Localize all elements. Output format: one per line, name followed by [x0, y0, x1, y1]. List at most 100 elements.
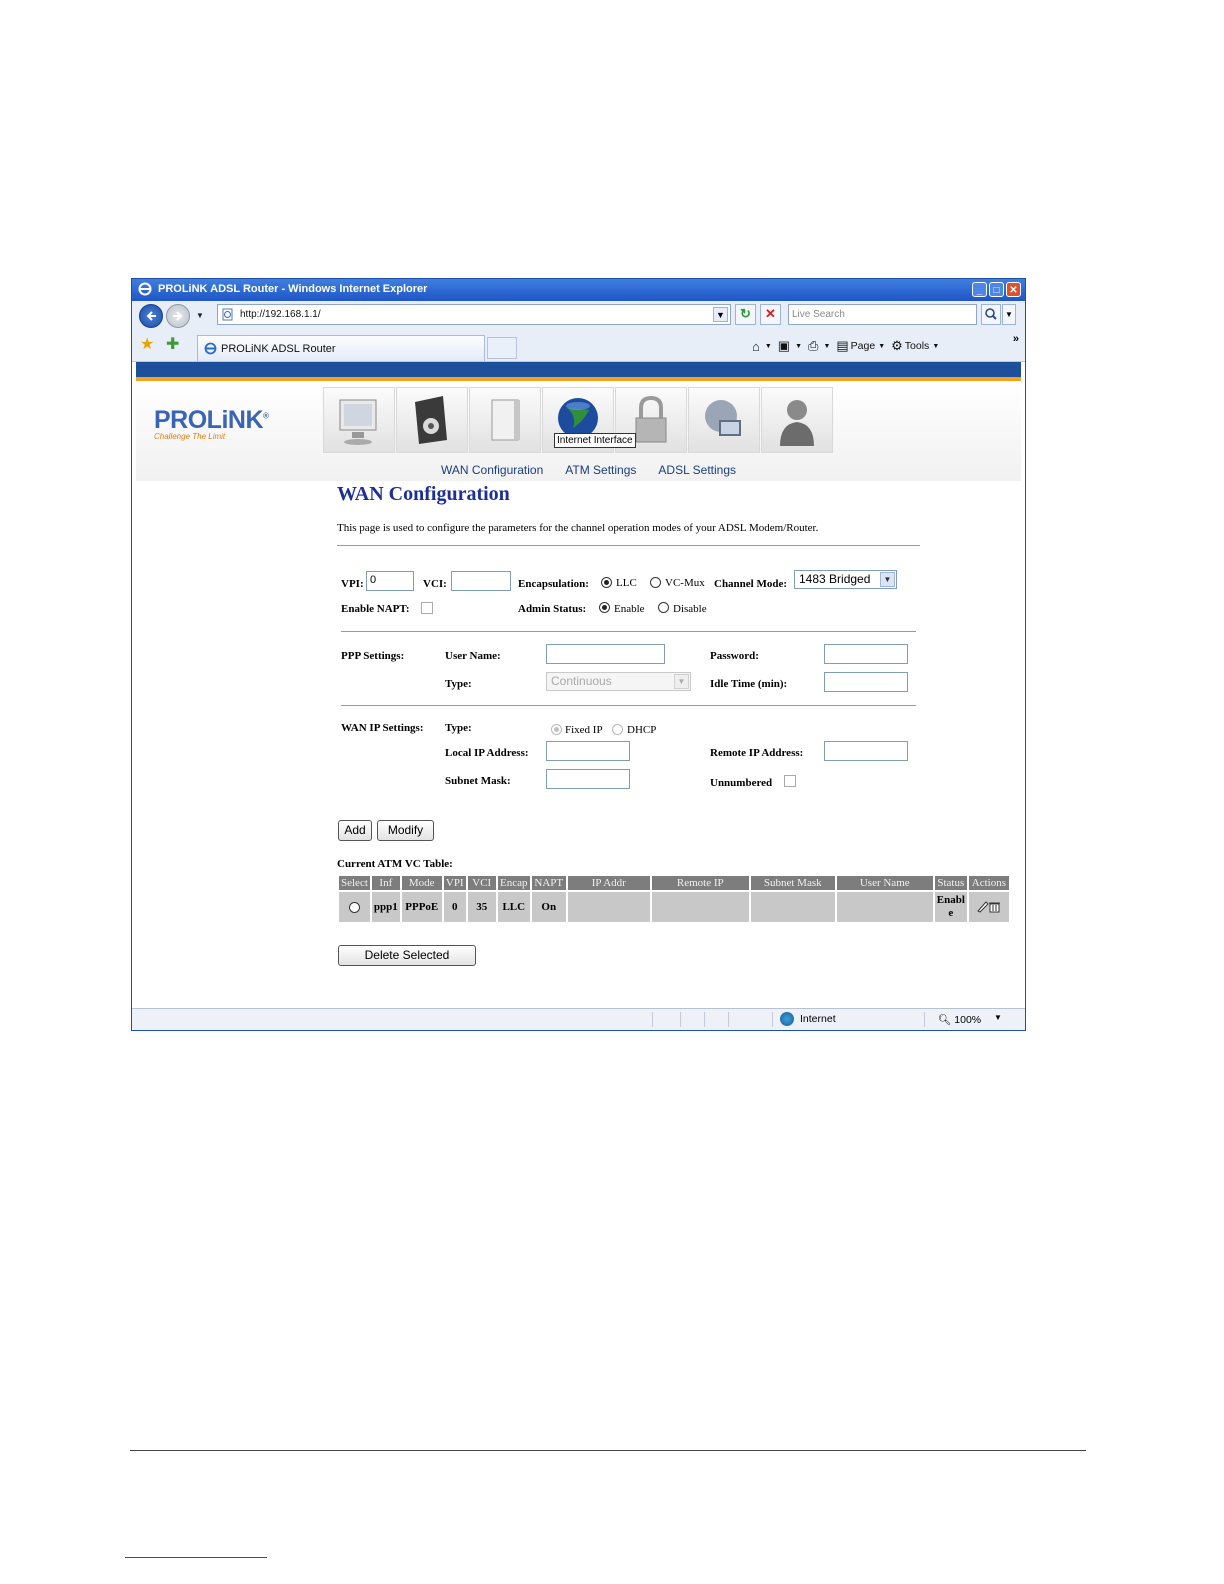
subnav-atm-settings[interactable]: ATM Settings	[565, 463, 636, 477]
admin-enable-radio[interactable]	[599, 602, 610, 613]
row-napt: On	[531, 892, 566, 922]
modify-button[interactable]: Modify	[377, 820, 434, 841]
wan-ip-settings-label: WAN IP Settings:	[341, 722, 424, 734]
nav-setup[interactable]	[396, 387, 468, 453]
nav-network[interactable]	[688, 387, 760, 453]
nav-status[interactable]	[323, 387, 395, 453]
row-select-radio[interactable]	[348, 901, 360, 913]
back-arrow-icon	[146, 311, 156, 321]
edit-delete-icons	[977, 900, 1000, 913]
page-bottom-rule	[130, 1450, 1086, 1451]
forward-button[interactable]	[166, 304, 190, 328]
search-options-dropdown[interactable]: ▼	[1002, 304, 1016, 325]
local-ip-label: Local IP Address:	[445, 747, 529, 759]
window-title: PROLiNK ADSL Router - Windows Internet E…	[158, 283, 428, 295]
row-status-line1: Enabl	[936, 894, 965, 906]
col-vpi: VPI	[443, 876, 466, 890]
encap-vcmux-radio[interactable]	[650, 577, 661, 588]
admin-disable-radio[interactable]	[658, 602, 669, 613]
subnet-mask-input[interactable]	[546, 769, 630, 789]
col-user-name: User Name	[836, 876, 933, 890]
prolink-logo: PROLiNK® Challenge The Limit	[154, 406, 269, 441]
page-icon	[222, 308, 233, 321]
back-button[interactable]	[139, 304, 163, 328]
idle-time-input[interactable]	[824, 672, 908, 692]
ppp-settings-label: PPP Settings:	[341, 650, 405, 662]
logo-text: PROLiNK	[154, 406, 264, 434]
rss-feed-icon: ▣	[777, 338, 791, 353]
vci-input[interactable]	[451, 571, 511, 591]
address-url: http://192.168.1.1/	[240, 309, 321, 320]
encap-llc-radio[interactable]	[601, 577, 612, 588]
enable-napt-label: Enable NAPT:	[341, 603, 410, 615]
page-content: PROLiNK® Challenge The Limit Internet In…	[136, 362, 1021, 984]
subnav-wan-configuration[interactable]: WAN Configuration	[441, 463, 543, 477]
remote-ip-input[interactable]	[824, 741, 908, 761]
address-bar[interactable]: http://192.168.1.1/ ▼	[217, 304, 731, 325]
search-button[interactable]	[981, 304, 1001, 325]
print-button[interactable]: ⎙ ▼	[808, 338, 830, 354]
delete-selected-button[interactable]: Delete Selected	[338, 945, 476, 966]
row-vci: 35	[467, 892, 496, 922]
minimize-button[interactable]: _	[972, 282, 987, 297]
username-input[interactable]	[546, 644, 665, 664]
nav-admin[interactable]	[761, 387, 833, 453]
row-ip-addr	[567, 892, 650, 922]
subnav-adsl-settings[interactable]: ADSL Settings	[658, 463, 736, 477]
zoom-value: 100%	[954, 1014, 982, 1026]
setup-icon	[415, 396, 447, 444]
password-label: Password:	[710, 650, 759, 662]
divider	[341, 705, 916, 706]
channel-mode-select[interactable]: 1483 Bridged ▼	[794, 570, 897, 589]
col-actions: Actions	[968, 876, 1009, 890]
status-icon	[339, 399, 377, 445]
encapsulation-label: Encapsulation:	[518, 578, 589, 590]
encap-vcmux-label: VC-Mux	[665, 577, 705, 589]
refresh-button[interactable]: ↻	[735, 304, 756, 325]
favorites-star-icon[interactable]: ★	[140, 337, 154, 353]
fixed-ip-radio[interactable]	[551, 724, 562, 735]
unnumbered-checkbox[interactable]	[784, 775, 796, 787]
search-input[interactable]: Live Search	[788, 304, 977, 325]
status-bar: Internet 🔍︎ 100% ▼	[132, 1008, 1025, 1030]
ppp-type-select[interactable]: Continuous ▼	[546, 672, 691, 691]
title-bar: PROLiNK ADSL Router - Windows Internet E…	[132, 279, 1025, 301]
remote-ip-label: Remote IP Address:	[710, 747, 804, 759]
stop-button[interactable]: ✕	[760, 304, 781, 325]
zoom-level[interactable]: 🔍︎ 100%	[938, 1013, 981, 1026]
divider	[337, 545, 920, 546]
address-dropdown-icon[interactable]: ▼	[713, 307, 728, 322]
enable-napt-checkbox[interactable]	[421, 602, 433, 614]
nav-device[interactable]	[469, 387, 541, 453]
col-subnet-mask: Subnet Mask	[750, 876, 835, 890]
ie-logo-icon	[138, 282, 152, 296]
maximize-button[interactable]: □	[989, 282, 1004, 297]
trash-icon[interactable]	[988, 902, 1000, 912]
channel-mode-label: Channel Mode:	[714, 578, 788, 590]
admin-disable-label: Disable	[673, 603, 707, 615]
network-globe-icon	[705, 400, 741, 436]
col-mode: Mode	[401, 876, 442, 890]
row-mode: PPPoE	[401, 892, 442, 922]
chevron-down-icon: ▼	[674, 674, 689, 689]
feeds-button[interactable]: ▣ ▼	[778, 338, 802, 354]
home-button[interactable]: ⌂ ▼	[752, 339, 772, 354]
vpi-input[interactable]: 0	[366, 571, 414, 591]
page-menu-button[interactable]: ▤ Page ▼	[836, 338, 885, 354]
dhcp-radio[interactable]	[612, 724, 623, 735]
history-dropdown-icon[interactable]: ▼	[196, 311, 204, 320]
password-input[interactable]	[824, 644, 908, 664]
new-tab-button[interactable]	[487, 337, 517, 359]
browser-window: PROLiNK ADSL Router - Windows Internet E…	[131, 278, 1026, 1031]
tab-title: PROLiNK ADSL Router	[221, 343, 336, 355]
add-favorites-icon[interactable]: ✚	[166, 337, 179, 353]
add-button[interactable]: Add	[338, 820, 372, 841]
zoom-dropdown-icon[interactable]: ▼	[994, 1013, 1002, 1022]
local-ip-input[interactable]	[546, 741, 630, 761]
more-commands-icon[interactable]: »	[1013, 333, 1019, 345]
close-button[interactable]: ✕	[1006, 282, 1021, 297]
edit-pencil-icon[interactable]	[977, 900, 989, 913]
admin-status-label: Admin Status:	[518, 603, 587, 615]
tab-prolink[interactable]: PROLiNK ADSL Router	[197, 335, 485, 361]
tools-menu-button[interactable]: ⚙ Tools ▼	[891, 338, 939, 354]
